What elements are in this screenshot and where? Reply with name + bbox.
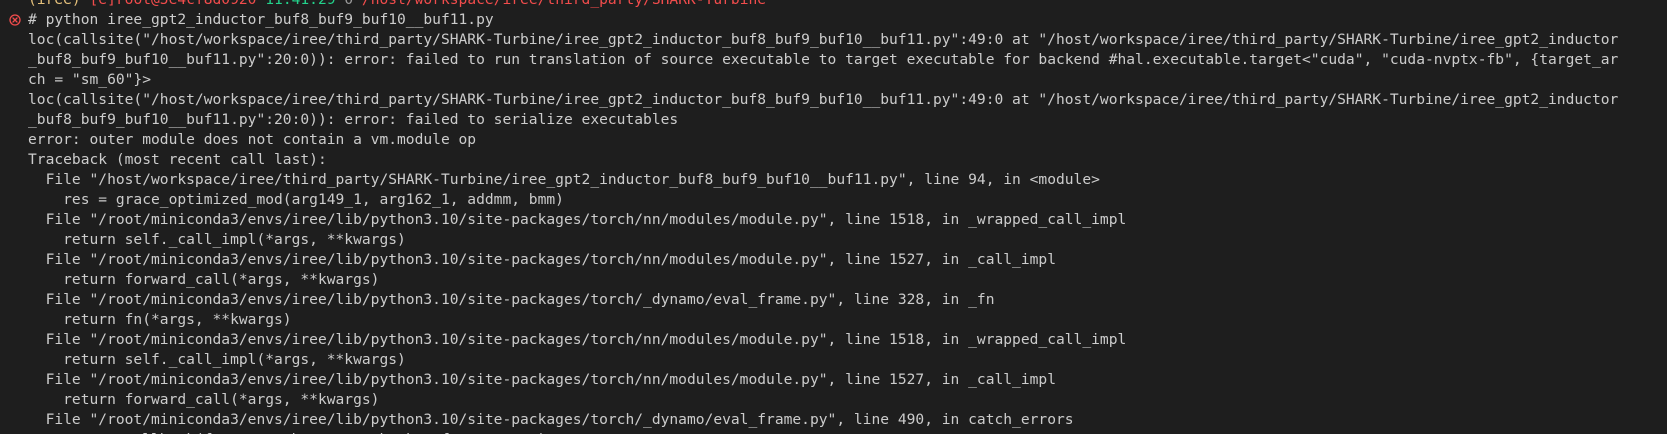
command-failed-gutter[interactable] <box>6 10 24 30</box>
terminal-line: (iree) [e]root@5e4cf8d0920 11:41:29 0 /h… <box>0 0 1660 10</box>
terminal-text: return forward_call(*args, **kwargs) <box>28 391 380 408</box>
terminal-text: res = grace_optimized_mod(arg149_1, arg1… <box>28 191 564 208</box>
terminal-line: _buf8_buf9_buf10__buf11.py":20:0)): erro… <box>0 110 1660 130</box>
terminal-text: [e] <box>90 0 116 8</box>
terminal-text: ch = "sm_60"}> <box>28 71 152 88</box>
terminal-line: error: outer module does not contain a v… <box>0 130 1660 150</box>
terminal-line: return callback(frame, cache_entry, hook… <box>0 430 1660 434</box>
terminal-text: Traceback (most recent call last): <box>28 151 327 168</box>
terminal-line: File "/root/miniconda3/envs/iree/lib/pyt… <box>0 330 1660 350</box>
error-circle-icon[interactable] <box>9 14 21 26</box>
terminal-text: (iree) <box>28 0 90 8</box>
terminal-line: return forward_call(*args, **kwargs) <box>0 390 1660 410</box>
terminal-line: loc(callsite("/host/workspace/iree/third… <box>0 90 1660 110</box>
terminal-text: File "/root/miniconda3/envs/iree/lib/pyt… <box>28 291 995 308</box>
terminal-line: return fn(*args, **kwargs) <box>0 310 1660 330</box>
terminal-text: 0 <box>344 0 362 8</box>
terminal-line: return self._call_impl(*args, **kwargs) <box>0 230 1660 250</box>
terminal-text: File "/root/miniconda3/envs/iree/lib/pyt… <box>28 211 1127 228</box>
terminal-text: loc(callsite("/host/workspace/iree/third… <box>28 91 1619 108</box>
terminal-text: return self._call_impl(*args, **kwargs) <box>28 351 406 368</box>
terminal-line: File "/root/miniconda3/envs/iree/lib/pyt… <box>0 210 1660 230</box>
terminal-text: File "/host/workspace/iree/third_party/S… <box>28 171 1100 188</box>
terminal-text: File "/root/miniconda3/envs/iree/lib/pyt… <box>28 371 1056 388</box>
terminal-line: return forward_call(*args, **kwargs) <box>0 270 1660 290</box>
terminal-text: _buf8_buf9_buf10__buf11.py":20:0)): erro… <box>28 111 679 128</box>
terminal-line: ch = "sm_60"}> <box>0 70 1660 90</box>
terminal-line: _buf8_buf9_buf10__buf11.py":20:0)): erro… <box>0 50 1660 70</box>
terminal-line: loc(callsite("/host/workspace/iree/third… <box>0 30 1660 50</box>
terminal-line: File "/root/miniconda3/envs/iree/lib/pyt… <box>0 250 1660 270</box>
terminal-line: File "/root/miniconda3/envs/iree/lib/pyt… <box>0 410 1660 430</box>
terminal-line: File "/root/miniconda3/envs/iree/lib/pyt… <box>0 290 1660 310</box>
terminal-text: root@5e4cf8d0920 <box>116 0 265 8</box>
terminal-text: File "/root/miniconda3/envs/iree/lib/pyt… <box>28 411 1074 428</box>
terminal-text: return forward_call(*args, **kwargs) <box>28 271 380 288</box>
terminal-line: # python iree_gpt2_inductor_buf8_buf9_bu… <box>0 10 1660 30</box>
terminal-text: return fn(*args, **kwargs) <box>28 311 292 328</box>
terminal-output: (iree) [e]root@5e4cf8d0920 11:41:29 0 /h… <box>0 0 1660 434</box>
terminal-line: return self._call_impl(*args, **kwargs) <box>0 350 1660 370</box>
terminal-text: /host/workspace/iree/third_party/SHARK-T… <box>362 0 766 8</box>
terminal-panel[interactable]: (iree) [e]root@5e4cf8d0920 11:41:29 0 /h… <box>0 0 1667 434</box>
terminal-line: res = grace_optimized_mod(arg149_1, arg1… <box>0 190 1660 210</box>
terminal-text: 11:41:29 <box>265 0 344 8</box>
terminal-text: # python iree_gpt2_inductor_buf8_buf9_bu… <box>28 11 494 28</box>
terminal-line: File "/root/miniconda3/envs/iree/lib/pyt… <box>0 370 1660 390</box>
terminal-text: loc(callsite("/host/workspace/iree/third… <box>28 31 1619 48</box>
terminal-text: error: outer module does not contain a v… <box>28 131 477 148</box>
terminal-text: File "/root/miniconda3/envs/iree/lib/pyt… <box>28 331 1127 348</box>
terminal-line: File "/host/workspace/iree/third_party/S… <box>0 170 1660 190</box>
terminal-text: File "/root/miniconda3/envs/iree/lib/pyt… <box>28 251 1056 268</box>
terminal-text: _buf8_buf9_buf10__buf11.py":20:0)): erro… <box>28 51 1619 68</box>
terminal-line: Traceback (most recent call last): <box>0 150 1660 170</box>
terminal-text: return self._call_impl(*args, **kwargs) <box>28 231 406 248</box>
